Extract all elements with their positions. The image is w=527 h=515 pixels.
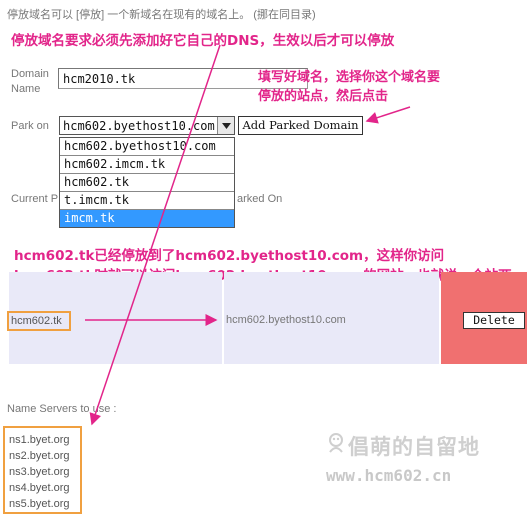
arrow-dns-to-nameservers [89, 44, 221, 426]
arrow-to-add-button [365, 106, 411, 124]
annotation-arrows [85, 44, 411, 426]
